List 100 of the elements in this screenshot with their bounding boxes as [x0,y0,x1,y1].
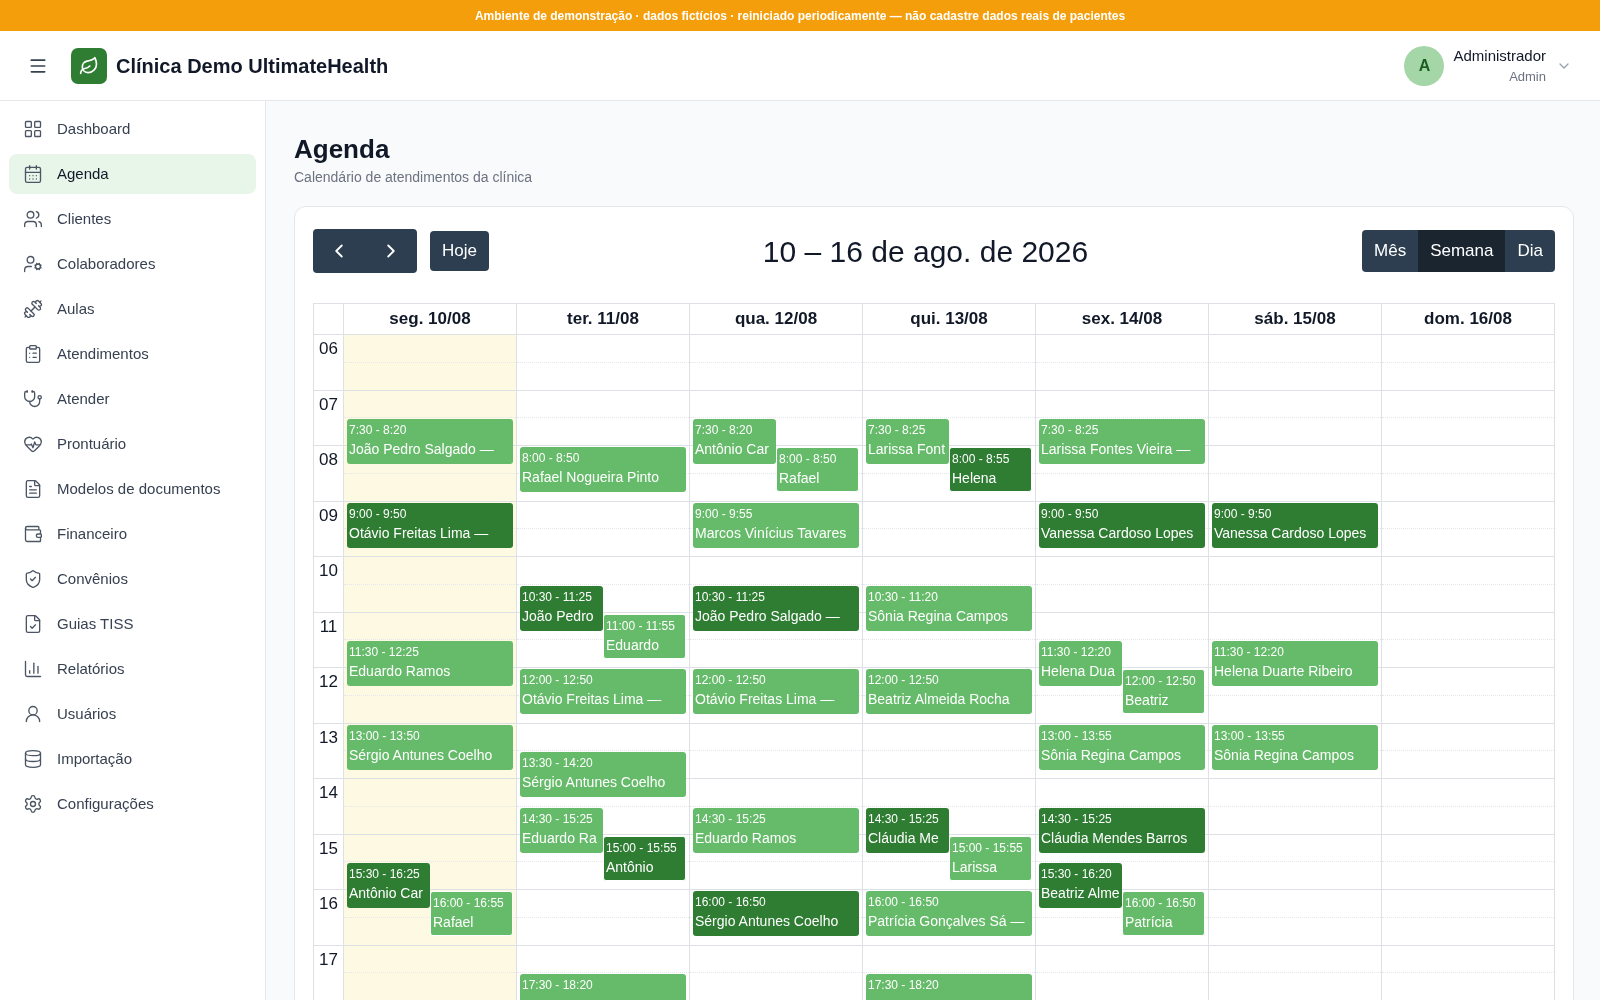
appointment[interactable]: 9:00 - 9:50 Vanessa Cardoso Lopes [1212,502,1378,548]
day-header: qua. 12/08 [734,308,818,331]
dumbbell-icon [23,299,43,319]
appointment-time: 12:00 - 12:50 [695,672,767,689]
sidebar-item[interactable]: Importação [9,739,256,779]
hour-label: 07 [319,394,338,415]
appointment-time: 13:30 - 14:20 [522,755,594,773]
appointment-time: 10:30 - 11:20 [868,588,939,606]
date-range-title: 10 – 16 de ago. de 2026 [762,233,1089,270]
appointment-patient: Rafael [779,469,820,488]
appointment-time: 15:00 - 15:55 [952,839,1024,857]
settings-icon [23,794,43,814]
appointment[interactable]: 15:30 - 16:20 Beatriz Alme [1039,863,1122,909]
appointment-time: 12:00 - 12:50 [1125,673,1197,690]
appointment-patient: Antônio Car [349,884,423,904]
next-button[interactable] [365,229,417,273]
appointment-time: 7:30 - 8:25 [1041,422,1100,440]
appointment-time: 16:00 - 16:50 [695,894,767,911]
hour-label: 14 [319,783,338,803]
sidebar-item[interactable]: Atendimentos [9,334,256,374]
appointment-time: 11:30 - 12:20 [1214,644,1285,662]
sidebar-item[interactable]: Modelos de documentos [9,469,256,509]
previous-button[interactable] [313,229,365,273]
sidebar-item[interactable]: Agenda [9,154,256,194]
appointment-patient: Rafael Nogueira Pinto [522,468,659,487]
appointment-patient: Patrícia Gonçalves Sá — [868,912,1025,931]
sidebar-item[interactable]: Prontuário [9,424,256,464]
appointment[interactable]: 15:00 - 15:55 Antônio [603,835,686,881]
user-name: Administrador [1453,45,1546,66]
appointment[interactable]: 10:30 - 11:25 João Pedro Salgado — [693,585,859,631]
sidebar-item[interactable]: Financeiro [9,514,256,554]
today-button[interactable]: Hoje [430,231,489,271]
user-gear-icon [23,254,43,274]
appointment-time: 17:30 - 18:20 [522,977,594,995]
file-check-icon [23,614,43,634]
appointment[interactable]: 9:00 - 9:50 Otávio Freitas Lima — [347,502,513,548]
appointment-patient: Helena Dua [1041,662,1115,682]
sidebar-item[interactable]: Guias TISS [9,604,256,644]
appointment-patient: Cláudia Mendes Barros [1041,828,1188,848]
appointment-time: 11:30 - 12:25 [349,644,420,662]
appointment-patient: Cláudia Me [868,828,939,848]
appointment-patient: João Pedro Salgado — [349,440,494,460]
sidebar-item[interactable]: Dashboard [9,109,256,149]
appointment[interactable]: 14:30 - 15:25 Cláudia Me [866,807,949,853]
user-icon [23,704,43,724]
appointment-patient: Otávio Freitas Lima — [522,690,662,709]
appointment-patient: Eduardo Ramos [349,662,451,682]
appointment-time: 13:00 - 13:55 [1214,727,1286,745]
avatar[interactable]: A [1404,45,1445,86]
sidebar-item[interactable]: Colaboradores [9,244,256,284]
hour-label: 11 [319,616,338,637]
appointment-patient: Sônia Regina Campos [1214,745,1355,765]
appointment-patient: Helena Duarte Ribeiro [1214,662,1353,682]
appointment-patient: Eduardo Ramos [695,828,797,848]
view-tab[interactable]: Dia [1505,230,1555,272]
appointment-patient: João Pedro [522,606,594,626]
bar-chart-icon [23,659,43,679]
appointment-time: 12:00 - 12:50 [522,672,594,689]
hour-label: 16 [319,894,338,914]
view-tab[interactable]: Mês [1362,230,1419,272]
appointment[interactable]: 16:00 - 16:50 Sérgio Antunes Coelho [693,891,859,936]
appointment-patient: Beatriz Almeida Rocha [868,690,1010,709]
appointment-time: 10:30 - 11:25 [522,588,593,606]
appointment-time: 12:00 - 12:50 [868,672,940,689]
sidebar-item[interactable]: Configurações [9,784,256,824]
appointment-patient: Eduardo [606,635,659,655]
appointment-time: 14:30 - 15:25 [522,810,594,828]
sidebar-item[interactable]: Aulas [9,289,256,329]
appointment[interactable]: 9:00 - 9:50 Vanessa Cardoso Lopes [1039,502,1205,548]
appointment-time: 9:00 - 9:50 [1214,505,1273,523]
appointment-patient: Larissa [952,857,998,877]
appointment[interactable]: 14:30 - 15:25 Cláudia Mendes Barros [1039,807,1205,853]
page-title: Agenda [294,133,391,165]
day-header: dom. 16/08 [1424,308,1512,331]
appointment[interactable]: 15:30 - 16:25 Antônio Car [347,863,430,909]
appointment-patient: Beatriz [1125,691,1169,710]
view-tab[interactable]: Semana [1418,230,1506,272]
database-icon [23,749,43,769]
appointment-time: 15:00 - 15:55 [606,839,678,857]
sidebar-item[interactable]: Convênios [9,559,256,599]
sidebar-item[interactable]: Relatórios [9,649,256,689]
sidebar-item[interactable]: Clientes [9,199,256,239]
users-icon [23,209,43,229]
appointment-time: 16:00 - 16:55 [433,895,505,912]
appointment[interactable]: 10:30 - 11:25 João Pedro [520,585,603,631]
grid-icon [23,119,43,139]
calendar-icon [23,164,43,184]
appointment-time: 8:00 - 8:50 [779,451,838,468]
day-header: sáb. 15/08 [1254,308,1336,331]
sidebar-item[interactable]: Usuários [9,694,256,734]
appointment-patient: Vanessa Cardoso Lopes [1214,523,1367,543]
hour-label: 17 [319,949,338,970]
sidebar-item[interactable]: Atender [9,379,256,419]
appointment-patient: Sérgio Antunes Coelho [349,745,493,765]
appointment-time: 11:00 - 11:55 [606,617,676,635]
user-role: Admin [1509,68,1546,86]
appointment-time: 15:30 - 16:20 [1041,866,1113,884]
day-header: sex. 14/08 [1081,308,1163,331]
appointment-patient: Patrícia [1125,913,1173,932]
appointment[interactable]: 8:00 - 8:55 Helena [949,447,1032,492]
